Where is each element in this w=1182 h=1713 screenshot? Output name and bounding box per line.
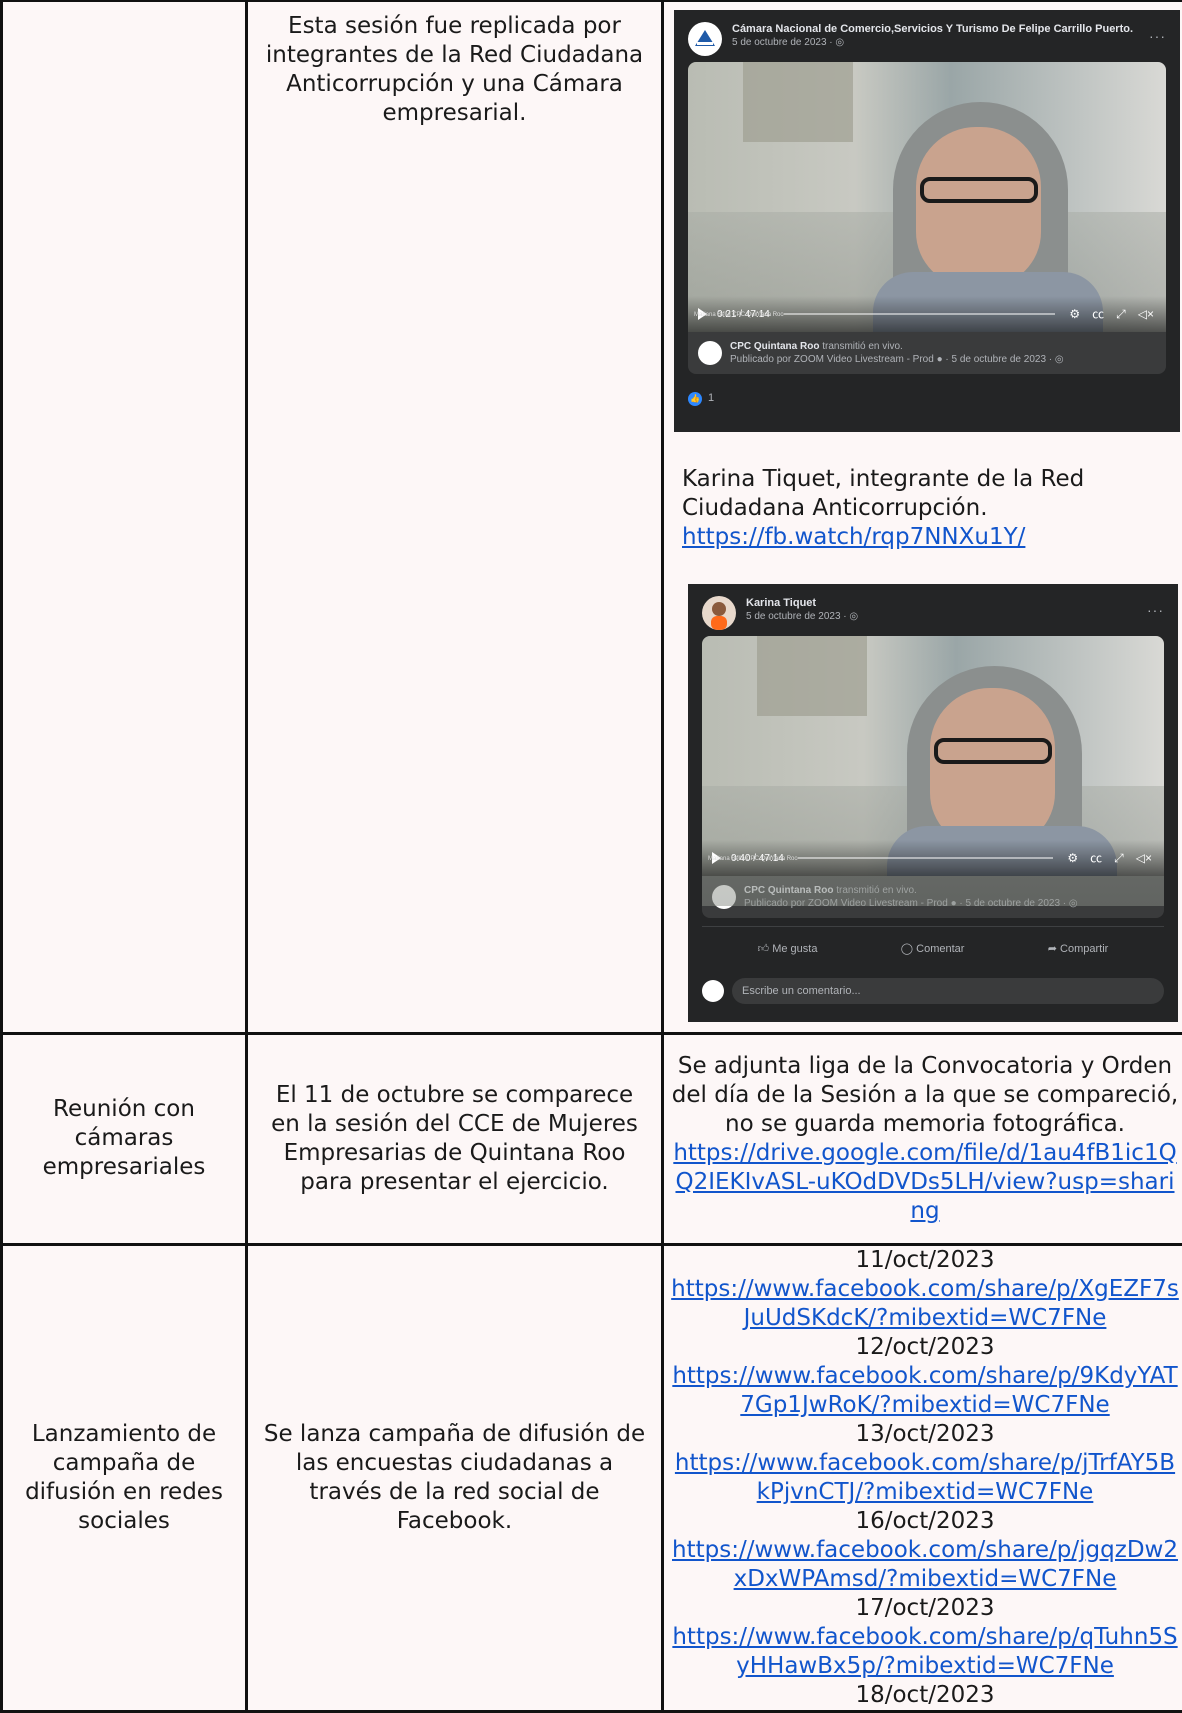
description-text: El 11 de octubre se comparece en la sesi…	[258, 1081, 651, 1197]
karina-link[interactable]: https://fb.watch/rqp7NNXu1Y/	[682, 524, 1025, 550]
evidence-text: Se adjunta liga de la Convocatoria y Ord…	[670, 1052, 1180, 1139]
karina-text: Karina Tiquet, integrante de la Red Ciud…	[682, 465, 1182, 523]
evidence-cell: 11/oct/2023 https://www.facebook.com/sha…	[663, 1244, 1182, 1711]
share-button[interactable]: ➦ Compartir	[1048, 935, 1109, 964]
settings-icon[interactable]: ⚙	[1067, 844, 1078, 873]
settings-icon[interactable]: ⚙	[1069, 300, 1080, 329]
video-progress-bar[interactable]	[784, 313, 1056, 315]
like-button[interactable]: 👍︎ Me gusta	[758, 935, 818, 964]
speaker-caption: Mariana Bellá CPC Quintana Roo	[694, 301, 784, 330]
thumbs-up-icon: 👍︎	[758, 943, 773, 955]
campaign-entry: 18/oct/2023	[670, 1681, 1180, 1710]
volume-icon[interactable]: ◁×	[1138, 300, 1154, 329]
video-card: 0:40 / 47:14 ⚙ ㏄ ⤢ ◁× Mariana Bellá CPC …	[702, 636, 1164, 918]
campaign-entry: 11/oct/2023 https://www.facebook.com/sha…	[670, 1246, 1180, 1333]
volume-icon[interactable]: ◁×	[1136, 844, 1152, 873]
speaker-caption: Mariana Bellá CPC Quintana Roo	[708, 845, 798, 874]
cpc-logo-icon	[698, 341, 722, 365]
comment-box: Escribe un comentario...	[688, 972, 1178, 1014]
drive-link[interactable]: https://drive.google.com/file/d/1au4fB1i…	[673, 1140, 1176, 1224]
description-cell: Se lanza campaña de difusión de las encu…	[247, 1244, 663, 1711]
reactions[interactable]: 👍 1	[674, 374, 1180, 423]
description-cell: Esta sesión fue replicada por integrante…	[247, 1, 663, 1033]
entry-date: 17/oct/2023	[670, 1594, 1180, 1623]
comment-label: Comentar	[916, 943, 964, 955]
video-player[interactable]: 0:21 / 47:14 ⚙ ㏄ ⤢ ◁× Mariana Bellá CPC …	[688, 62, 1166, 332]
share-icon: ➦	[1048, 943, 1060, 955]
post-actions: 👍︎ Me gusta ◯ Comentar ➦ Compartir	[702, 926, 1164, 972]
description-cell: El 11 de octubre se comparece en la sesi…	[247, 1033, 663, 1244]
entry-date: 18/oct/2023	[670, 1681, 1180, 1710]
like-label: Me gusta	[772, 943, 817, 955]
evidence-cell: Se adjunta liga de la Convocatoria y Ord…	[663, 1033, 1182, 1244]
activity-cell: Reunión con cámaras empresariales	[2, 1033, 247, 1244]
profile-avatar	[702, 596, 736, 630]
video-player[interactable]: 0:40 / 47:14 ⚙ ㏄ ⤢ ◁× Mariana Bellá CPC …	[702, 636, 1164, 876]
activities-table: Esta sesión fue replicada por integrante…	[0, 0, 1182, 1713]
more-options-icon[interactable]: ···	[1147, 596, 1164, 625]
comment-input[interactable]: Escribe un comentario...	[732, 978, 1164, 1004]
campaign-entry: 17/oct/2023 https://www.facebook.com/sha…	[670, 1594, 1180, 1681]
campaign-entry: 13/oct/2023 https://www.facebook.com/sha…	[670, 1420, 1180, 1507]
entry-date: 12/oct/2023	[670, 1333, 1180, 1362]
entry-date: 13/oct/2023	[670, 1420, 1180, 1449]
fullscreen-icon[interactable]: ⤢	[1116, 300, 1126, 329]
activity-text: Reunión con cámaras empresariales	[13, 1095, 235, 1182]
activity-cell: Lanzamiento de campaña de difusión en re…	[2, 1244, 247, 1711]
facebook-link[interactable]: https://www.facebook.com/share/p/jTrfAY5…	[675, 1450, 1175, 1505]
post-date: 5 de octubre de 2023 · ◎	[732, 36, 1133, 50]
description-text: Esta sesión fue replicada por integrante…	[258, 2, 651, 128]
like-icon: 👍	[688, 392, 702, 406]
user-avatar	[702, 980, 724, 1002]
share-label: Compartir	[1060, 943, 1108, 955]
entry-date: 16/oct/2023	[670, 1507, 1180, 1536]
evidence-cell: Cámara Nacional de Comercio,Servicios Y …	[663, 1, 1182, 1033]
like-count: 1	[708, 384, 714, 413]
live-info: CPC Quintana Roo transmitió en vivo. Pub…	[688, 332, 1166, 374]
description-text: Se lanza campaña de difusión de las encu…	[258, 1420, 651, 1536]
facebook-post-embed-2[interactable]: Karina Tiquet 5 de octubre de 2023 · ◎ ·…	[688, 584, 1178, 1022]
table-row: Lanzamiento de campaña de difusión en re…	[2, 1244, 1182, 1711]
video-card: 0:21 / 47:14 ⚙ ㏄ ⤢ ◁× Mariana Bellá CPC …	[688, 62, 1166, 374]
live-label: transmitió en vivo.	[822, 341, 903, 352]
published-by: Publicado por ZOOM Video Livestream - Pr…	[730, 354, 1064, 365]
entry-date: 11/oct/2023	[670, 1246, 1180, 1275]
fullscreen-icon[interactable]: ⤢	[1114, 844, 1124, 873]
table-row: Reunión con cámaras empresariales El 11 …	[2, 1033, 1182, 1244]
captions-icon[interactable]: ㏄	[1090, 844, 1102, 873]
more-options-icon[interactable]: ···	[1149, 22, 1166, 51]
live-author[interactable]: CPC Quintana Roo	[730, 341, 819, 352]
facebook-link[interactable]: https://www.facebook.com/share/p/XgEZF7s…	[671, 1276, 1179, 1331]
facebook-link[interactable]: https://www.facebook.com/share/p/qTuhn5S…	[672, 1624, 1177, 1679]
facebook-link[interactable]: https://www.facebook.com/share/p/jgqzDw2…	[672, 1537, 1178, 1592]
chamber-logo-icon	[688, 22, 722, 56]
comment-icon: ◯	[901, 943, 916, 955]
campaign-entry: 16/oct/2023 https://www.facebook.com/sha…	[670, 1507, 1180, 1594]
activity-text: Lanzamiento de campaña de difusión en re…	[13, 1420, 235, 1536]
post-author[interactable]: Karina Tiquet	[746, 596, 858, 610]
campaign-entry: 12/oct/2023 https://www.facebook.com/sha…	[670, 1333, 1180, 1420]
comment-button[interactable]: ◯ Comentar	[901, 935, 965, 964]
captions-icon[interactable]: ㏄	[1092, 300, 1104, 329]
activity-cell	[2, 1, 247, 1033]
facebook-link[interactable]: https://www.facebook.com/share/p/9KdyYAT…	[672, 1363, 1177, 1418]
post-date: 5 de octubre de 2023 · ◎	[746, 610, 858, 624]
table-row: Esta sesión fue replicada por integrante…	[2, 1, 1182, 1033]
facebook-post-embed[interactable]: Cámara Nacional de Comercio,Servicios Y …	[674, 10, 1180, 432]
video-progress-bar[interactable]	[798, 857, 1054, 859]
post-author[interactable]: Cámara Nacional de Comercio,Servicios Y …	[732, 22, 1133, 36]
